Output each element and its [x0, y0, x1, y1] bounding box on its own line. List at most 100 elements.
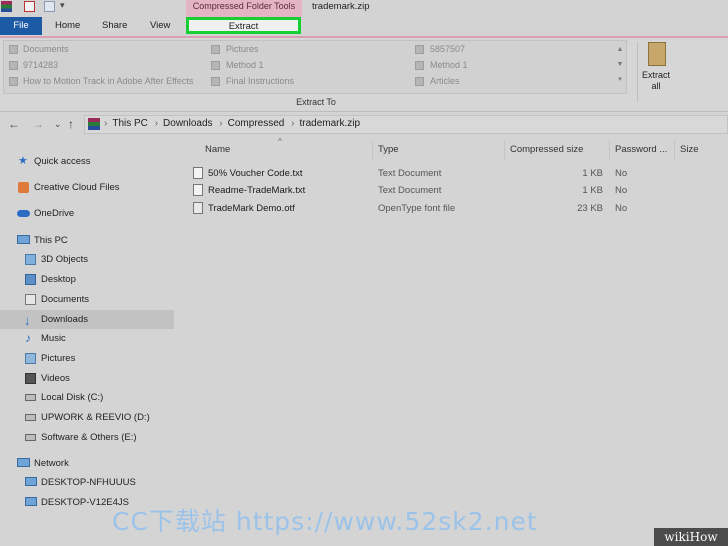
font-file-icon: [193, 202, 203, 214]
file-password: No: [615, 203, 628, 214]
scroll-up-icon[interactable]: ▲: [615, 42, 625, 57]
gallery-item[interactable]: Method 1: [430, 60, 468, 70]
gallery-item[interactable]: 5857507: [430, 44, 465, 54]
nav-item-desktop-nfhuuus[interactable]: DESKTOP-NFHUUUS: [0, 473, 174, 492]
table-row[interactable]: 50% Voucher Code.txt Text Document 1 KB …: [174, 165, 728, 182]
up-arrow-icon[interactable]: ↑: [68, 117, 74, 131]
nav-item-creative-cloud[interactable]: Creative Cloud Files: [0, 178, 174, 197]
recent-locations-icon[interactable]: ⌄: [54, 119, 62, 130]
gallery-item[interactable]: Final Instructions: [226, 76, 294, 86]
chevron-right-icon[interactable]: ›: [104, 118, 107, 129]
nav-item-onedrive[interactable]: OneDrive: [0, 204, 174, 223]
desktop-icon: [25, 274, 36, 285]
film-icon: [25, 373, 36, 384]
file-name: Readme-TradeMark.txt: [208, 185, 306, 196]
column-header-size[interactable]: Size: [680, 144, 698, 155]
download-arrow-icon: ↓: [24, 313, 31, 328]
breadcrumb: › This PC › Downloads › Compressed › tradema…: [104, 118, 364, 129]
folder-icon: [211, 61, 220, 70]
table-row[interactable]: Readme-TradeMark.txt Text Document 1 KB …: [174, 182, 728, 199]
file-compressed-size: 1 KB: [582, 168, 603, 179]
text-file-icon: [193, 167, 203, 179]
scroll-down-icon[interactable]: ▼: [615, 57, 625, 72]
navigation-pane: ★ Quick access Creative Cloud Files OneD…: [0, 140, 174, 546]
nav-item-3d-objects[interactable]: 3D Objects: [0, 250, 174, 269]
app-icon: [1, 1, 12, 12]
sort-caret-icon: ^: [278, 137, 282, 146]
text-file-icon: [193, 184, 203, 196]
column-divider[interactable]: [609, 140, 610, 160]
back-arrow-icon[interactable]: ←: [8, 117, 20, 131]
column-divider[interactable]: [674, 140, 675, 160]
properties-icon[interactable]: [24, 1, 35, 12]
music-note-icon: ♪: [25, 331, 31, 345]
zip-folder-icon[interactable]: [648, 42, 666, 66]
table-row[interactable]: TradeMark Demo.otf OpenType font file 23…: [174, 200, 728, 217]
gallery-item[interactable]: Articles: [430, 76, 460, 86]
file-type: OpenType font file: [378, 203, 456, 214]
zip-archive-icon: [88, 118, 100, 130]
context-tab-group-label: Compressed Folder Tools: [192, 1, 296, 11]
column-header-password[interactable]: Password ...: [615, 144, 667, 155]
breadcrumb-compressed[interactable]: Compressed: [228, 118, 285, 129]
nav-item-pictures[interactable]: Pictures: [0, 349, 174, 368]
file-compressed-size: 1 KB: [582, 185, 603, 196]
tab-view[interactable]: View: [150, 17, 170, 35]
extract-all-button[interactable]: Extract all: [638, 70, 674, 92]
gallery-item[interactable]: Documents: [23, 44, 69, 54]
quick-access-dropdown-icon[interactable]: ▾: [60, 0, 65, 11]
gallery-item[interactable]: Pictures: [226, 44, 259, 54]
star-icon: ★: [18, 155, 28, 167]
gallery-item[interactable]: 9714283: [23, 60, 58, 70]
folder-icon: [9, 45, 18, 54]
gallery-scroll[interactable]: ▲ ▼ ▾: [615, 42, 625, 92]
extract-to-group-label: Extract To: [296, 97, 336, 107]
gallery-expand-icon[interactable]: ▾: [615, 72, 625, 87]
column-header-compressed-size[interactable]: Compressed size: [510, 144, 583, 155]
chevron-right-icon[interactable]: ›: [155, 118, 158, 129]
folder-icon: [415, 77, 424, 86]
cloud-icon: [17, 210, 30, 217]
nav-item-upwork-drive[interactable]: UPWORK & REEVIO (D:): [0, 408, 174, 427]
nav-item-videos[interactable]: Videos: [0, 369, 174, 388]
nav-item-music[interactable]: ♪ Music: [0, 329, 174, 348]
column-header-type[interactable]: Type: [378, 144, 399, 155]
wikihow-logo: wikiHow: [654, 528, 728, 546]
folder-icon: [211, 45, 220, 54]
column-header-name[interactable]: Name: [205, 144, 230, 155]
drive-icon: [25, 394, 36, 401]
nav-item-local-disk[interactable]: Local Disk (C:): [0, 388, 174, 407]
new-folder-icon[interactable]: [44, 1, 55, 12]
tab-extract[interactable]: Extract: [186, 17, 301, 34]
extract-all-label-line1: Extract: [641, 70, 670, 80]
drive-icon: [25, 414, 36, 421]
computer-icon: [25, 477, 37, 486]
file-password: No: [615, 168, 628, 179]
column-divider[interactable]: [504, 140, 505, 160]
chevron-right-icon[interactable]: ›: [291, 118, 294, 129]
chevron-right-icon[interactable]: ›: [219, 118, 222, 129]
breadcrumb-downloads[interactable]: Downloads: [163, 118, 212, 129]
computer-icon: [25, 497, 37, 506]
gallery-item[interactable]: How to Motion Track in Adobe After Effec…: [23, 76, 193, 86]
creative-cloud-icon: [18, 182, 29, 193]
nav-item-downloads[interactable]: ↓ Downloads: [0, 310, 174, 329]
tab-home[interactable]: Home: [55, 17, 80, 35]
breadcrumb-trademark-zip[interactable]: trademark.zip: [299, 118, 360, 129]
column-divider[interactable]: [372, 140, 373, 160]
forward-arrow-icon[interactable]: →: [32, 117, 44, 131]
nav-item-software-drive[interactable]: Software & Others (E:): [0, 428, 174, 447]
gallery-item[interactable]: Method 1: [226, 60, 264, 70]
tab-share[interactable]: Share: [102, 17, 127, 35]
site-watermark: CC下载站 https://www.52sk2.net: [112, 507, 538, 536]
breadcrumb-this-pc[interactable]: This PC: [112, 118, 148, 129]
folder-icon: [415, 45, 424, 54]
nav-item-this-pc[interactable]: This PC: [0, 231, 174, 250]
file-compressed-size: 23 KB: [577, 203, 603, 214]
nav-item-quick-access[interactable]: ★ Quick access: [0, 152, 174, 171]
nav-item-desktop[interactable]: Desktop: [0, 270, 174, 289]
nav-item-network[interactable]: Network: [0, 454, 174, 473]
tab-file[interactable]: File: [0, 17, 42, 35]
file-type: Text Document: [378, 185, 442, 196]
nav-item-documents[interactable]: Documents: [0, 290, 174, 309]
